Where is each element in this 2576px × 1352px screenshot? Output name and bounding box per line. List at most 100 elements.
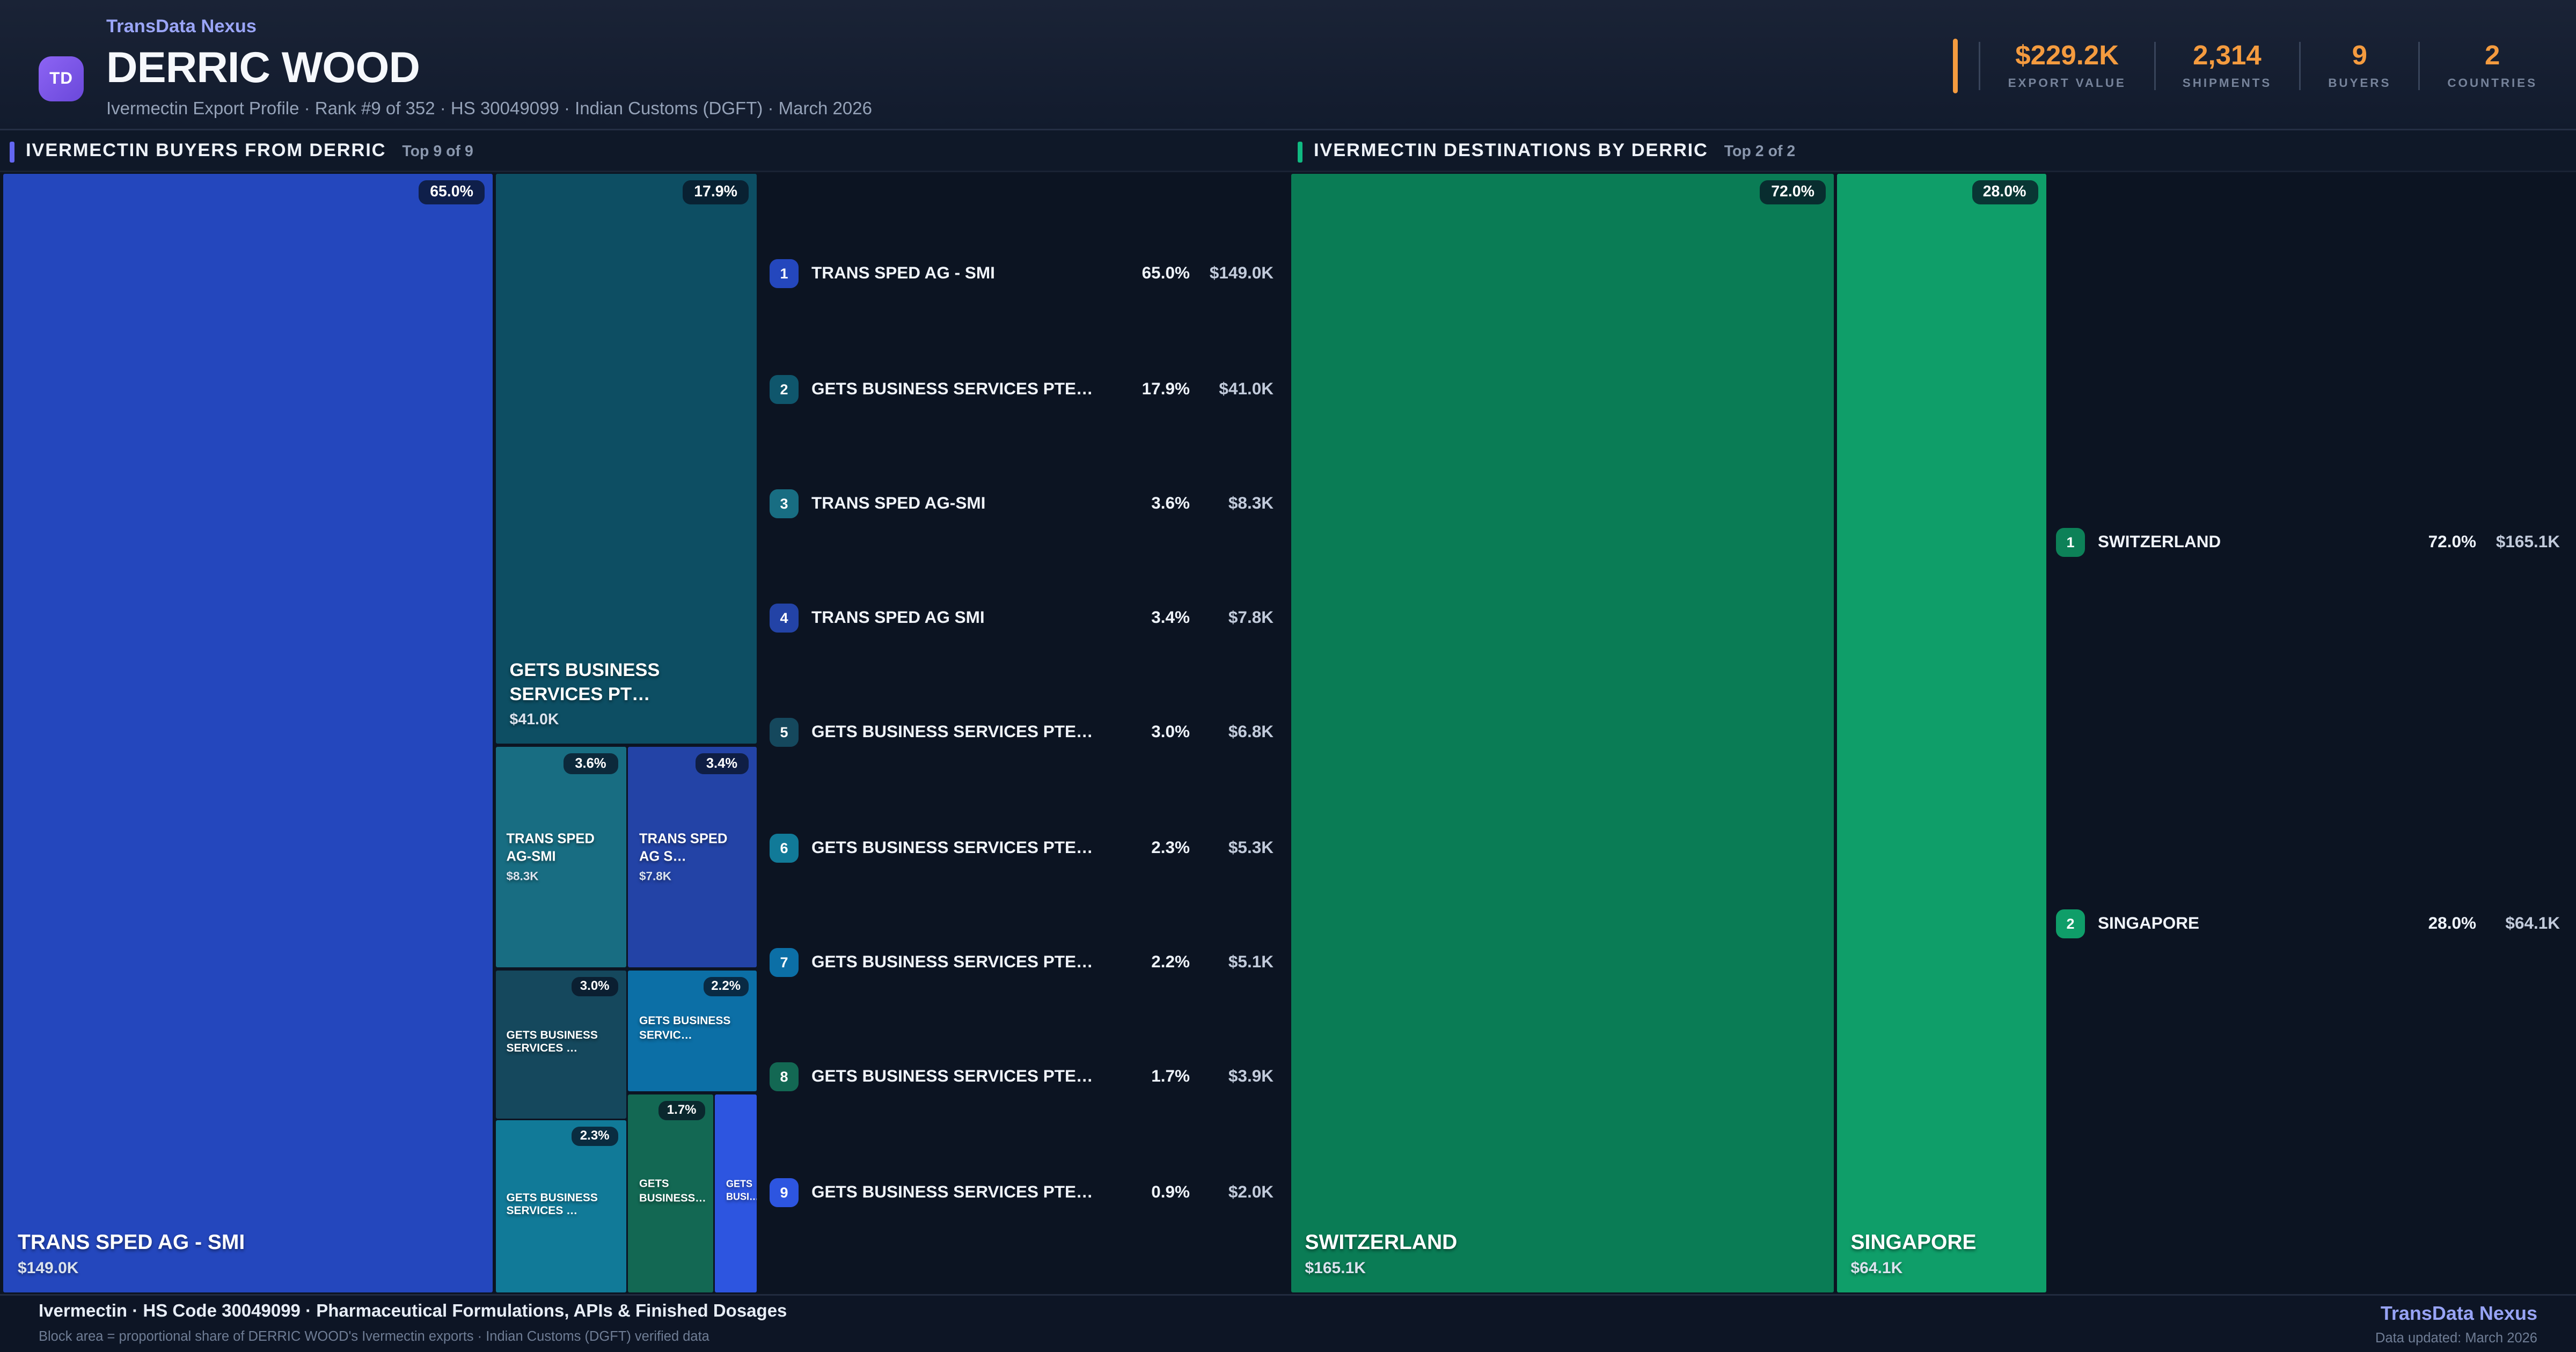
dashboard: TD TransData Nexus DERRIC WOOD Ivermecti… <box>0 0 2576 1352</box>
stat-value: 9 <box>2352 39 2367 70</box>
block-value: $41.0K <box>509 711 559 729</box>
share-badge: 65.0% <box>419 180 485 204</box>
block-name: GETS BUSINESS SERVICES … <box>506 1192 598 1218</box>
list-item-value: $2.0K <box>1228 1182 1274 1202</box>
treemap-block-gets-business-6[interactable]: 2.3% GETS BUSINESS SERVICES … <box>495 1120 626 1292</box>
block-name: TRANS SPED AG S… <box>639 831 728 864</box>
rank-badge: 9 <box>770 1178 799 1207</box>
block-value: $7.8K <box>639 868 672 883</box>
treemap-block-singapore[interactable]: 28.0% SINGAPORE $64.1K <box>1836 174 2046 1292</box>
list-item[interactable]: 7 GETS BUSINESS SERVICES PTE… 2.2% $5.1K <box>770 948 1274 978</box>
block-name: GETS BUSI… <box>726 1181 757 1203</box>
list-item-name: GETS BUSINESS SERVICES PTE… <box>811 379 1093 399</box>
buyers-panel-subcount: Top 9 of 9 <box>402 142 473 160</box>
block-name: GETS BUSINESS… <box>639 1179 706 1204</box>
stat-buyers: 9 BUYERS <box>2299 41 2418 90</box>
rank-badge: 5 <box>770 718 799 748</box>
list-item-share: 72.0% <box>2428 532 2476 552</box>
treemap-block-trans-sped-4[interactable]: 3.4% TRANS SPED AG S… $7.8K <box>628 746 757 967</box>
list-item-name: TRANS SPED AG SMI <box>811 608 985 628</box>
page-subtitle: Ivermectin Export Profile · Rank #9 of 3… <box>106 99 872 119</box>
list-item-share: 17.9% <box>1141 379 1190 399</box>
footer-brand: TransData Nexus <box>2380 1302 2537 1325</box>
block-name: TRANS SPED AG-SMI <box>506 831 595 864</box>
list-item[interactable]: 5 GETS BUSINESS SERVICES PTE… 3.0% $6.8K <box>770 718 1274 748</box>
share-badge: 3.0% <box>572 976 618 996</box>
list-item[interactable]: 4 TRANS SPED AG SMI 3.4% $7.8K <box>770 604 1274 633</box>
stat-label: BUYERS <box>2328 75 2391 90</box>
treemap-block-gets-business-5[interactable]: 3.0% GETS BUSINESS SERVICES … <box>495 969 626 1118</box>
list-item-share: 3.0% <box>1151 723 1190 743</box>
block-name: GETS BUSINESS SERVICES … <box>506 1030 598 1055</box>
list-item-share: 2.2% <box>1151 953 1190 973</box>
destinations-accent-bar <box>1298 141 1302 162</box>
list-item[interactable]: 6 GETS BUSINESS SERVICES PTE… 2.3% $5.3K <box>770 833 1274 863</box>
list-item-value: $6.8K <box>1228 723 1274 743</box>
share-badge: 1.7% <box>658 1100 705 1120</box>
list-item[interactable]: 8 GETS BUSINESS SERVICES PTE… 1.7% $3.9K <box>770 1063 1274 1092</box>
block-value: $165.1K <box>1305 1260 1366 1278</box>
block-name: GETS BUSINESS SERVIC… <box>639 1016 731 1042</box>
header-stats: $229.2K EXPORT VALUE 2,314 SHIPMENTS 9 B… <box>1953 0 2537 130</box>
list-item[interactable]: 2 GETS BUSINESS SERVICES PTE… 17.9% $41.… <box>770 374 1274 403</box>
list-item-value: $3.9K <box>1228 1068 1274 1088</box>
list-item-name: TRANS SPED AG-SMI <box>811 494 986 513</box>
treemap-block-trans-sped-3[interactable]: 3.6% TRANS SPED AG-SMI $8.3K <box>495 746 626 967</box>
list-item[interactable]: 3 TRANS SPED AG-SMI 3.6% $8.3K <box>770 489 1274 518</box>
share-badge: 3.6% <box>564 752 618 774</box>
list-item-share: 3.6% <box>1151 494 1190 513</box>
header: TD TransData Nexus DERRIC WOOD Ivermecti… <box>0 0 2576 130</box>
list-item-name: TRANS SPED AG - SMI <box>811 264 995 284</box>
block-name: GETS BUSINESS SERVICES PT… <box>509 662 660 704</box>
destinations-ranked-list: 1 SWITZERLAND 72.0% $165.1K 2 SINGAPORE … <box>2056 174 2560 1292</box>
block-name: TRANS SPED AG - SMI <box>18 1229 245 1254</box>
treemap-block-gets-business-7[interactable]: 2.2% GETS BUSINESS SERVIC… <box>628 969 757 1091</box>
share-badge: 3.4% <box>694 752 749 774</box>
treemap-block-gets-business-9[interactable]: GETS BUSI… <box>715 1093 757 1292</box>
buyers-accent-bar <box>10 141 14 162</box>
footer-product-line: Ivermectin · HS Code 30049099 · Pharmace… <box>39 1302 787 1322</box>
list-item-value: $7.8K <box>1228 608 1274 628</box>
list-item-value: $8.3K <box>1228 494 1274 513</box>
list-item-name: GETS BUSINESS SERVICES PTE… <box>811 723 1093 743</box>
list-item-name: GETS BUSINESS SERVICES PTE… <box>811 1068 1093 1088</box>
block-value: $149.0K <box>18 1260 79 1278</box>
treemap-block-switzerland[interactable]: 72.0% SWITZERLAND $165.1K <box>1290 174 1834 1292</box>
buyers-ranked-list: 1 TRANS SPED AG - SMI 65.0% $149.0K 2 GE… <box>770 174 1274 1292</box>
list-item[interactable]: 1 TRANS SPED AG - SMI 65.0% $149.0K <box>770 259 1274 289</box>
list-item-name: GETS BUSINESS SERVICES PTE… <box>811 1182 1093 1202</box>
stats-accent-bar <box>1953 38 1958 93</box>
treemap-block-gets-business-2[interactable]: 17.9% GETS BUSINESS SERVICES PT… $41.0K <box>495 174 757 744</box>
list-item[interactable]: 2 SINGAPORE 28.0% $64.1K <box>2056 909 2560 939</box>
footer-right: TransData Nexus Data updated: March 2026 <box>2375 1303 2537 1344</box>
list-item-value: $5.1K <box>1228 953 1274 973</box>
footer-updated: Data updated: March 2026 <box>2375 1329 2537 1346</box>
list-item-share: 65.0% <box>1141 264 1190 284</box>
list-item-name: SWITZERLAND <box>2098 532 2221 552</box>
share-badge: 72.0% <box>1760 180 1826 204</box>
destinations-treemap: 72.0% SWITZERLAND $165.1K 28.0% SINGAPOR… <box>1290 174 2046 1292</box>
list-item-value: $5.3K <box>1228 838 1274 858</box>
share-badge: 2.2% <box>703 976 749 996</box>
rank-badge: 6 <box>770 833 799 863</box>
list-item[interactable]: 1 SWITZERLAND 72.0% $165.1K <box>2056 527 2560 556</box>
list-item-name: GETS BUSINESS SERVICES PTE… <box>811 953 1093 973</box>
buyers-treemap: 65.0% TRANS SPED AG - SMI $149.0K 17.9% … <box>3 174 757 1292</box>
list-item[interactable]: 9 GETS BUSINESS SERVICES PTE… 0.9% $2.0K <box>770 1178 1274 1207</box>
stat-countries: 2 COUNTRIES <box>2418 41 2537 90</box>
buyers-panel-title: IVERMECTIN BUYERS FROM DERRIC <box>26 142 386 161</box>
stat-export-value: $229.2K EXPORT VALUE <box>1979 41 2154 90</box>
rank-badge: 2 <box>770 374 799 403</box>
share-badge: 28.0% <box>1971 180 2038 204</box>
list-item-value: $41.0K <box>1219 379 1274 399</box>
list-item-name: GETS BUSINESS SERVICES PTE… <box>811 838 1093 858</box>
block-name: SINGAPORE <box>1850 1229 1977 1254</box>
stat-label: SHIPMENTS <box>2182 75 2272 90</box>
section-header-band: IVERMECTIN BUYERS FROM DERRIC Top 9 of 9… <box>0 130 2576 172</box>
treemap-block-trans-sped-ag-smi-1[interactable]: 65.0% TRANS SPED AG - SMI $149.0K <box>3 174 493 1292</box>
list-item-share: 2.3% <box>1151 838 1190 858</box>
stat-shipments: 2,314 SHIPMENTS <box>2153 41 2299 90</box>
destinations-panel-title: IVERMECTIN DESTINATIONS BY DERRIC <box>1314 142 1708 161</box>
treemap-block-gets-business-8[interactable]: 1.7% GETS BUSINESS… <box>628 1093 713 1292</box>
rank-badge: 4 <box>770 604 799 633</box>
